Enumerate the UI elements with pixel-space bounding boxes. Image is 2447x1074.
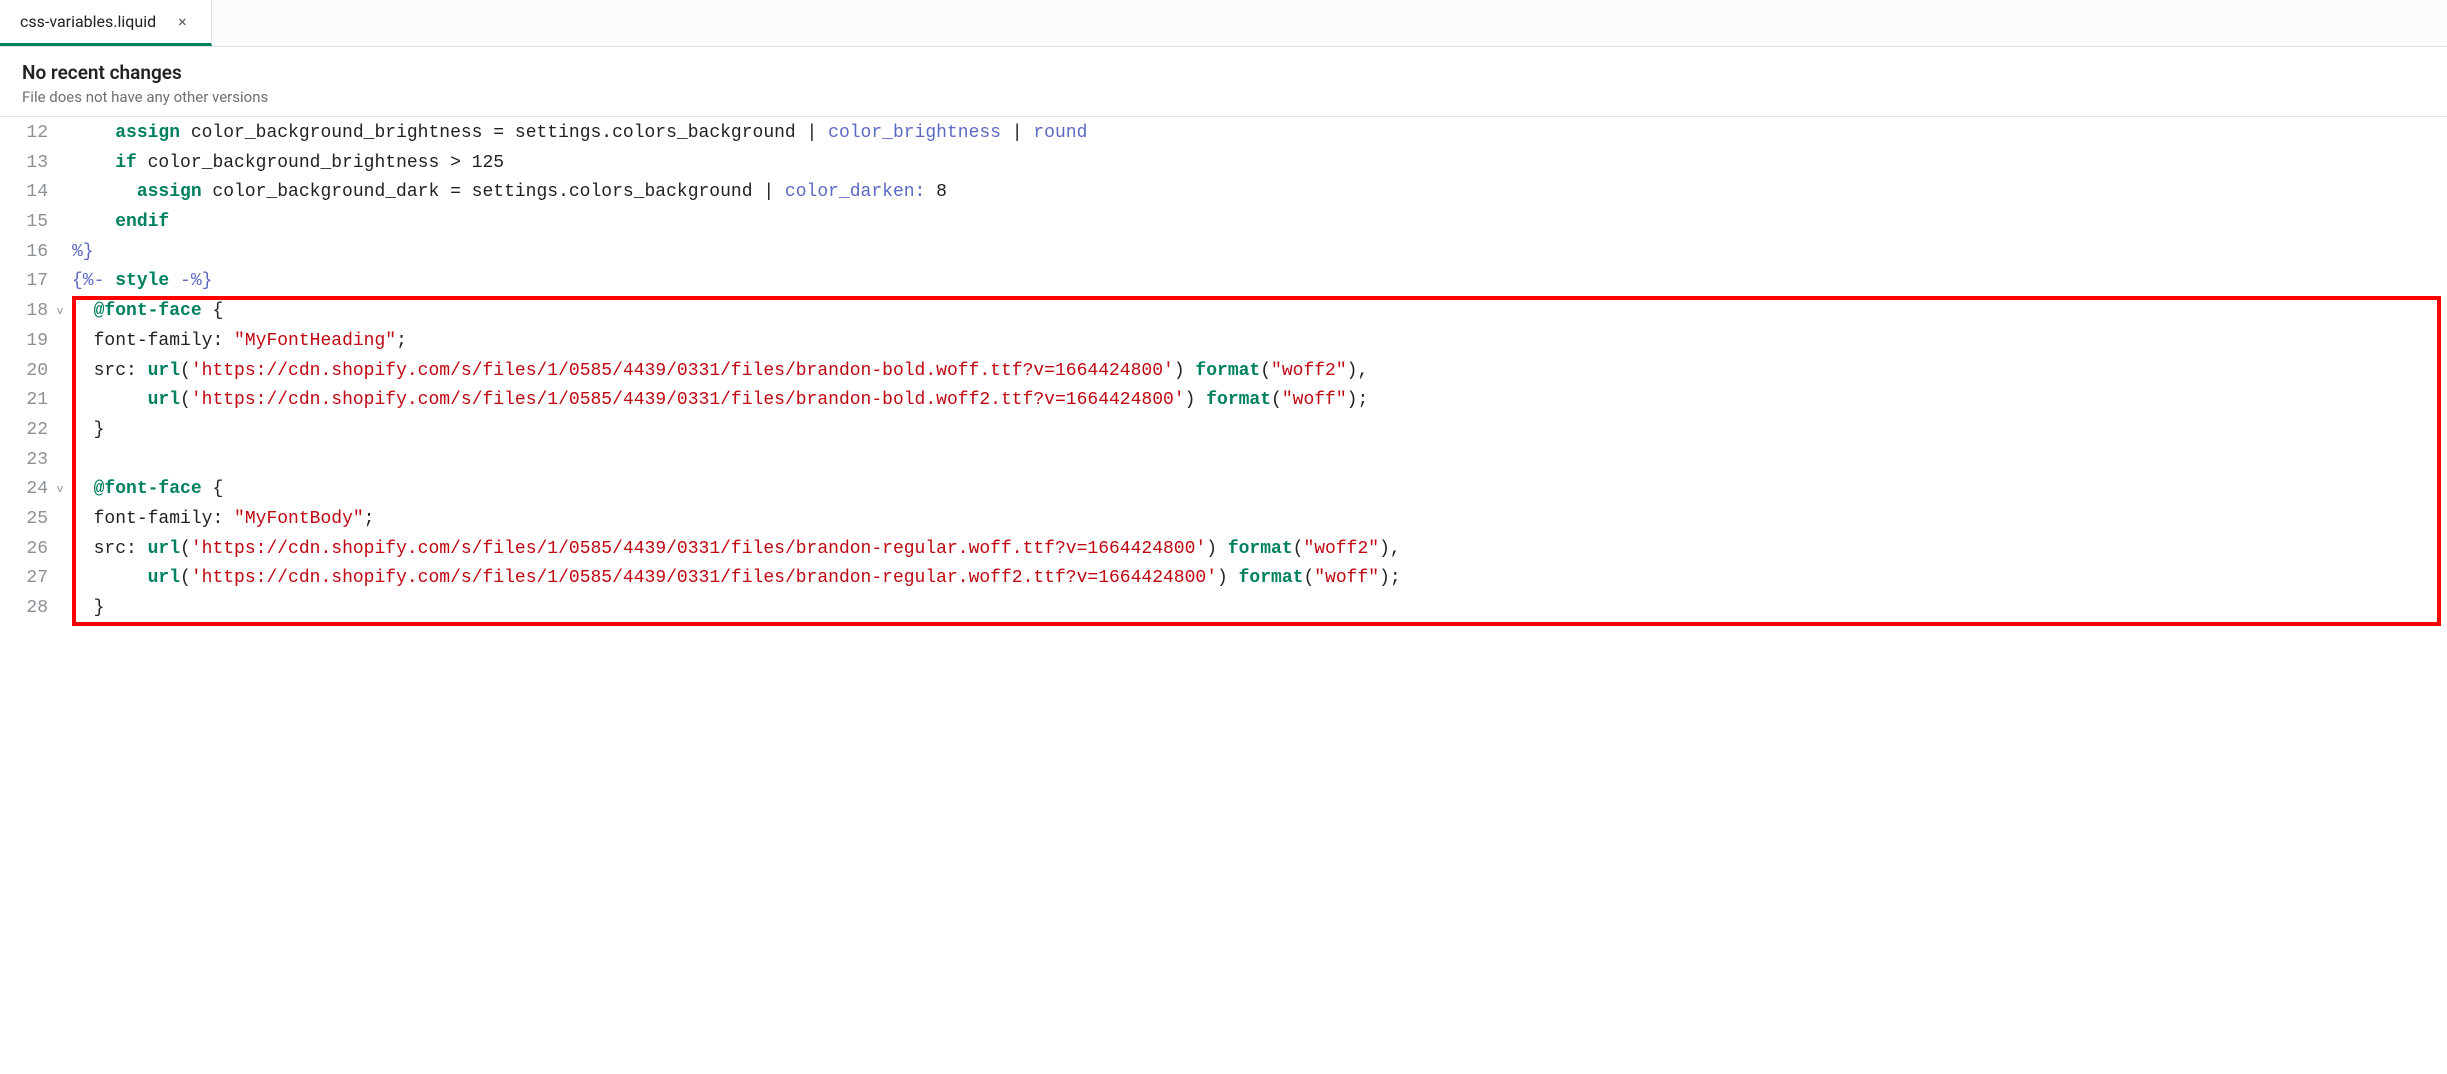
code-line: 15 endif	[0, 208, 2447, 238]
line-number: 27	[0, 564, 54, 594]
fold-gutter	[54, 535, 66, 565]
code-line: 20 src: url('https://cdn.shopify.com/s/f…	[0, 357, 2447, 387]
code-line: 27 url('https://cdn.shopify.com/s/files/…	[0, 564, 2447, 594]
line-number: 12	[0, 119, 54, 149]
code-line: 14 assign color_background_dark = settin…	[0, 178, 2447, 208]
line-number: 22	[0, 416, 54, 446]
fold-gutter	[54, 267, 66, 297]
line-number: 15	[0, 208, 54, 238]
code-content[interactable]: font-family: "MyFontHeading";	[66, 327, 407, 357]
status-subtitle: File does not have any other versions	[22, 88, 2425, 106]
code-line: 19 font-family: "MyFontHeading";	[0, 327, 2447, 357]
fold-gutter	[54, 119, 66, 149]
code-content[interactable]	[66, 446, 72, 476]
fold-gutter	[54, 327, 66, 357]
line-number: 24	[0, 475, 54, 505]
line-number: 28	[0, 594, 54, 624]
code-editor[interactable]: 12 assign color_background_brightness = …	[0, 117, 2447, 624]
fold-gutter	[54, 564, 66, 594]
code-line: 18 v @font-face {	[0, 297, 2447, 327]
fold-gutter	[54, 416, 66, 446]
fold-gutter	[54, 178, 66, 208]
code-content[interactable]: }	[66, 416, 104, 446]
line-number: 13	[0, 149, 54, 179]
line-number: 26	[0, 535, 54, 565]
fold-gutter	[54, 446, 66, 476]
fold-gutter	[54, 594, 66, 624]
code-line: 13 if color_background_brightness > 125	[0, 149, 2447, 179]
code-content[interactable]: url('https://cdn.shopify.com/s/files/1/0…	[66, 386, 1368, 416]
fold-icon[interactable]: v	[54, 475, 66, 505]
code-line: 28 }	[0, 594, 2447, 624]
line-number: 16	[0, 238, 54, 268]
line-number: 17	[0, 267, 54, 297]
line-number: 14	[0, 178, 54, 208]
line-number: 19	[0, 327, 54, 357]
fold-icon[interactable]: v	[54, 297, 66, 327]
code-content[interactable]: assign color_background_dark = settings.…	[66, 178, 947, 208]
code-content[interactable]: url('https://cdn.shopify.com/s/files/1/0…	[66, 564, 1401, 594]
code-content[interactable]: @font-face {	[66, 297, 223, 327]
code-content[interactable]: if color_background_brightness > 125	[66, 149, 504, 179]
fold-gutter	[54, 386, 66, 416]
code-content[interactable]: assign color_background_brightness = set…	[66, 119, 1087, 149]
code-line: 12 assign color_background_brightness = …	[0, 119, 2447, 149]
code-content[interactable]: {%- style -%}	[66, 267, 212, 297]
code-content[interactable]: @font-face {	[66, 475, 223, 505]
line-number: 25	[0, 505, 54, 535]
close-icon[interactable]: ×	[174, 12, 191, 31]
fold-gutter	[54, 357, 66, 387]
code-line: 26 src: url('https://cdn.shopify.com/s/f…	[0, 535, 2447, 565]
fold-gutter	[54, 505, 66, 535]
fold-gutter	[54, 238, 66, 268]
code-line: 25 font-family: "MyFontBody";	[0, 505, 2447, 535]
code-content[interactable]: font-family: "MyFontBody";	[66, 505, 374, 535]
status-title: No recent changes	[22, 61, 2425, 84]
code-content[interactable]: src: url('https://cdn.shopify.com/s/file…	[66, 357, 1368, 387]
file-tab-label: css-variables.liquid	[20, 12, 156, 31]
tab-bar: css-variables.liquid ×	[0, 0, 2447, 47]
code-content[interactable]: endif	[66, 208, 169, 238]
fold-gutter	[54, 149, 66, 179]
code-content[interactable]: src: url('https://cdn.shopify.com/s/file…	[66, 535, 1401, 565]
code-line: 17 {%- style -%}	[0, 267, 2447, 297]
code-content[interactable]: %}	[66, 238, 94, 268]
line-number: 21	[0, 386, 54, 416]
fold-gutter	[54, 208, 66, 238]
code-line: 22 }	[0, 416, 2447, 446]
version-status-bar: No recent changes File does not have any…	[0, 47, 2447, 117]
code-line: 23	[0, 446, 2447, 476]
line-number: 23	[0, 446, 54, 476]
line-number: 20	[0, 357, 54, 387]
code-content[interactable]: }	[66, 594, 104, 624]
code-line: 21 url('https://cdn.shopify.com/s/files/…	[0, 386, 2447, 416]
code-line: 24 v @font-face {	[0, 475, 2447, 505]
code-line: 16 %}	[0, 238, 2447, 268]
file-tab[interactable]: css-variables.liquid ×	[0, 0, 212, 46]
line-number: 18	[0, 297, 54, 327]
